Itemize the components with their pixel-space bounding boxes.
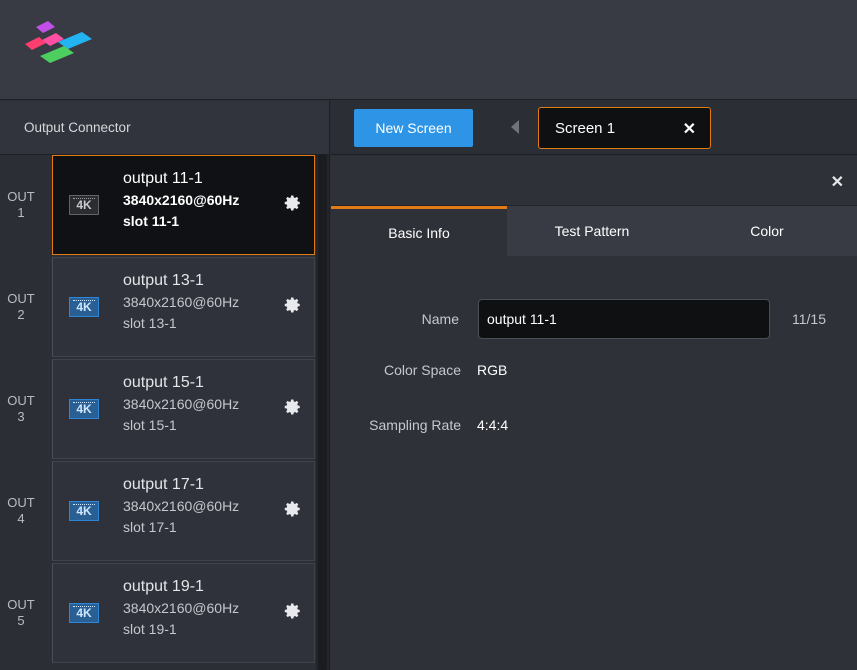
- tab-basic-info[interactable]: Basic Info: [331, 206, 507, 256]
- output-number-index: 2: [17, 307, 25, 322]
- output-number-index: 4: [17, 511, 25, 526]
- 4k-badge-icon: 4K: [69, 603, 99, 623]
- 4k-badge-icon: 4K: [69, 399, 99, 419]
- output-resolution: 3840x2160@60Hz: [123, 294, 240, 310]
- output-card[interactable]: 4K output 15-1 3840x2160@60Hz slot 15-1: [52, 359, 315, 459]
- output-card[interactable]: 4K output 17-1 3840x2160@60Hz slot 17-1: [52, 461, 315, 561]
- header-bar: [0, 0, 857, 100]
- output-slot: slot 19-1: [123, 621, 177, 637]
- panel-title: Output Connector: [0, 101, 329, 155]
- screen-tab[interactable]: Screen 1 ✕: [538, 107, 711, 149]
- output-list: OUT 1 4K output 11-1 3840x2160@60Hz slot…: [0, 155, 316, 665]
- output-slot: slot 15-1: [123, 417, 177, 433]
- output-number-label: OUT: [7, 597, 35, 612]
- tab-scroll-left-icon[interactable]: [511, 120, 519, 134]
- output-slot: slot 17-1: [123, 519, 177, 535]
- output-number-label: OUT: [7, 189, 35, 204]
- output-number: OUT 5: [0, 563, 52, 663]
- output-resolution: 3840x2160@60Hz: [123, 498, 240, 514]
- output-resolution: 3840x2160@60Hz: [123, 192, 240, 208]
- output-number-label: OUT: [7, 291, 35, 306]
- screen-tab-bar: New Screen Screen 1 ✕: [331, 101, 857, 155]
- output-row: OUT 1 4K output 11-1 3840x2160@60Hz slot…: [0, 155, 316, 257]
- workspace: New Screen Screen 1 ✕ ✕ Basic Info Test …: [331, 101, 857, 670]
- color-space-label: Color Space: [383, 362, 461, 378]
- 4k-badge-icon: 4K: [69, 297, 99, 317]
- tab-color[interactable]: Color: [677, 206, 857, 256]
- output-name: output 15-1: [123, 374, 204, 391]
- screen-tab-label: Screen 1: [555, 120, 616, 137]
- output-name: output 13-1: [123, 272, 204, 289]
- 4k-badge-icon: 4K: [69, 195, 99, 215]
- output-slot: slot 13-1: [123, 315, 177, 331]
- output-row: OUT 4 4K output 17-1 3840x2160@60Hz slot…: [0, 461, 316, 563]
- output-number-index: 1: [17, 205, 25, 220]
- gear-icon[interactable]: [284, 602, 302, 620]
- output-number-label: OUT: [7, 495, 35, 510]
- output-row: OUT 2 4K output 13-1 3840x2160@60Hz slot…: [0, 257, 316, 359]
- output-number-index: 3: [17, 409, 25, 424]
- output-number: OUT 4: [0, 461, 52, 561]
- gear-icon[interactable]: [284, 296, 302, 314]
- color-space-value: RGB: [477, 362, 508, 378]
- name-char-counter: 11/15: [792, 311, 826, 327]
- output-number-index: 5: [17, 613, 25, 628]
- name-label: Name: [421, 311, 459, 327]
- output-list-scrollbar[interactable]: [316, 155, 329, 670]
- tab-test-pattern[interactable]: Test Pattern: [507, 206, 677, 256]
- output-number: OUT 1: [0, 155, 52, 255]
- output-card[interactable]: 4K output 19-1 3840x2160@60Hz slot 19-1: [52, 563, 315, 663]
- output-resolution: 3840x2160@60Hz: [123, 396, 240, 412]
- output-name: output 17-1: [123, 476, 204, 493]
- 4k-badge-icon: 4K: [69, 501, 99, 521]
- output-name: output 19-1: [123, 578, 204, 595]
- app-window: Output Connector OUT 1 4K output 11-1 38…: [0, 0, 857, 670]
- output-card-selected[interactable]: 4K output 11-1 3840x2160@60Hz slot 11-1: [52, 155, 315, 255]
- properties-tabs: Basic Info Test Pattern Color: [331, 206, 857, 256]
- output-slot: slot 11-1: [123, 213, 180, 229]
- output-number: OUT 2: [0, 257, 52, 357]
- output-number: OUT 3: [0, 359, 52, 459]
- scrollbar-thumb[interactable]: [318, 155, 327, 670]
- output-card[interactable]: 4K output 13-1 3840x2160@60Hz slot 13-1: [52, 257, 315, 357]
- sampling-rate-value: 4:4:4: [477, 417, 509, 433]
- novastar-logo-icon: [25, 21, 92, 63]
- output-properties-panel: ✕ Basic Info Test Pattern Color Name 11/…: [331, 156, 857, 670]
- properties-header: ✕: [331, 156, 857, 206]
- output-row: OUT 3 4K output 15-1 3840x2160@60Hz slot…: [0, 359, 316, 461]
- output-row: OUT 5 4K output 19-1 3840x2160@60Hz slot…: [0, 563, 316, 665]
- gear-icon[interactable]: [284, 194, 302, 212]
- gear-icon[interactable]: [284, 398, 302, 416]
- output-number-label: OUT: [7, 393, 35, 408]
- sampling-rate-label: Sampling Rate: [369, 417, 461, 433]
- output-name: output 11-1: [123, 170, 203, 187]
- name-input[interactable]: [478, 299, 770, 339]
- output-resolution: 3840x2160@60Hz: [123, 600, 240, 616]
- new-screen-button[interactable]: New Screen: [354, 109, 473, 147]
- close-icon[interactable]: ✕: [683, 119, 696, 139]
- output-connector-panel: Output Connector OUT 1 4K output 11-1 38…: [0, 101, 330, 670]
- close-icon[interactable]: ✕: [831, 172, 844, 192]
- gear-icon[interactable]: [284, 500, 302, 518]
